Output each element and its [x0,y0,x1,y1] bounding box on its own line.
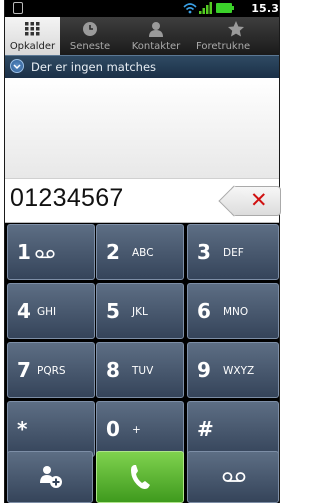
key-digit: 6 [197,299,211,323]
tab-label: Foretrukne [196,41,251,52]
key-hash[interactable]: # [187,401,279,457]
key-6[interactable]: 6 MNO [187,283,279,339]
clock-icon [83,22,97,36]
dial-number: 01234567 [10,184,124,212]
dialpad-icon [25,22,40,36]
match-text: Der er ingen matches [31,60,157,74]
tab-label: Seneste [69,41,111,52]
voicemail-icon [222,472,246,482]
key-digit: 8 [106,358,120,382]
delete-icon: ✕ [250,188,268,212]
key-letters: GHI [37,306,57,318]
key-letters: DEF [223,247,244,259]
key-letters: PQRS [37,365,66,377]
keypad: 1 2 ABC 3 DEF 4 GHI 5 JKL 6 MNO 7 PQRS 8… [5,224,279,460]
key-star[interactable]: * [7,401,95,457]
tab-bar: Opkalder Seneste Kontakter Foretrukne [5,17,279,55]
usb-icon [13,2,23,14]
key-digit: 9 [197,358,211,382]
tab-label: Kontakter [131,41,181,52]
phone-screen: 15.32 Opkalder Seneste Kontakter Foretru… [4,0,287,503]
key-5[interactable]: 5 JKL [96,283,184,339]
match-bar[interactable]: Der er ingen matches [5,55,279,78]
key-3[interactable]: 3 DEF [187,224,279,280]
key-2[interactable]: 2 ABC [96,224,184,280]
add-contact-icon [40,466,62,488]
action-row [5,451,279,503]
key-letters: ABC [132,247,154,259]
chevron-down-icon[interactable] [10,59,24,73]
call-button[interactable] [96,451,184,503]
key-digit: 3 [197,240,211,264]
key-8[interactable]: 8 TUV [96,342,184,398]
battery-icon [216,3,234,13]
key-1[interactable]: 1 [7,224,95,280]
key-digit: 1 [17,240,31,264]
key-letters: WXYZ [223,365,255,377]
key-digit: * [17,417,28,441]
voicemail-icon [35,249,55,259]
results-area [5,78,279,178]
key-7[interactable]: 7 PQRS [7,342,95,398]
key-letters: + [132,424,141,436]
key-letters: JKL [132,306,148,318]
status-bar: 15.32 [5,0,287,17]
key-9[interactable]: 9 WXYZ [187,342,279,398]
key-letters: MNO [223,306,249,318]
key-digit: 5 [106,299,120,323]
dial-input[interactable]: 01234567 ✕ [5,178,281,223]
tab-favorites[interactable]: Foretrukne [192,17,281,55]
key-digit: 0 [106,417,120,441]
voicemail-button[interactable] [187,451,279,503]
tab-recent[interactable]: Seneste [60,17,120,55]
key-digit: 7 [17,358,31,382]
clock-time: 15.32 [251,2,287,15]
tab-contacts[interactable]: Kontakter [120,17,192,55]
signal-icon [199,2,212,14]
key-digit: 2 [106,240,120,264]
person-icon [149,22,163,37]
star-icon [228,21,244,37]
key-digit: # [197,417,214,441]
key-letters: TUV [132,365,154,377]
add-contact-button[interactable] [7,451,93,503]
tab-label: Opkalder [9,41,56,52]
key-digit: 4 [17,299,31,323]
delete-button[interactable]: ✕ [231,186,281,216]
tab-dialer[interactable]: Opkalder [5,17,60,55]
key-0[interactable]: 0 + [96,401,184,457]
key-4[interactable]: 4 GHI [7,283,95,339]
phone-handset-icon [131,465,150,489]
wifi-icon [183,3,197,14]
